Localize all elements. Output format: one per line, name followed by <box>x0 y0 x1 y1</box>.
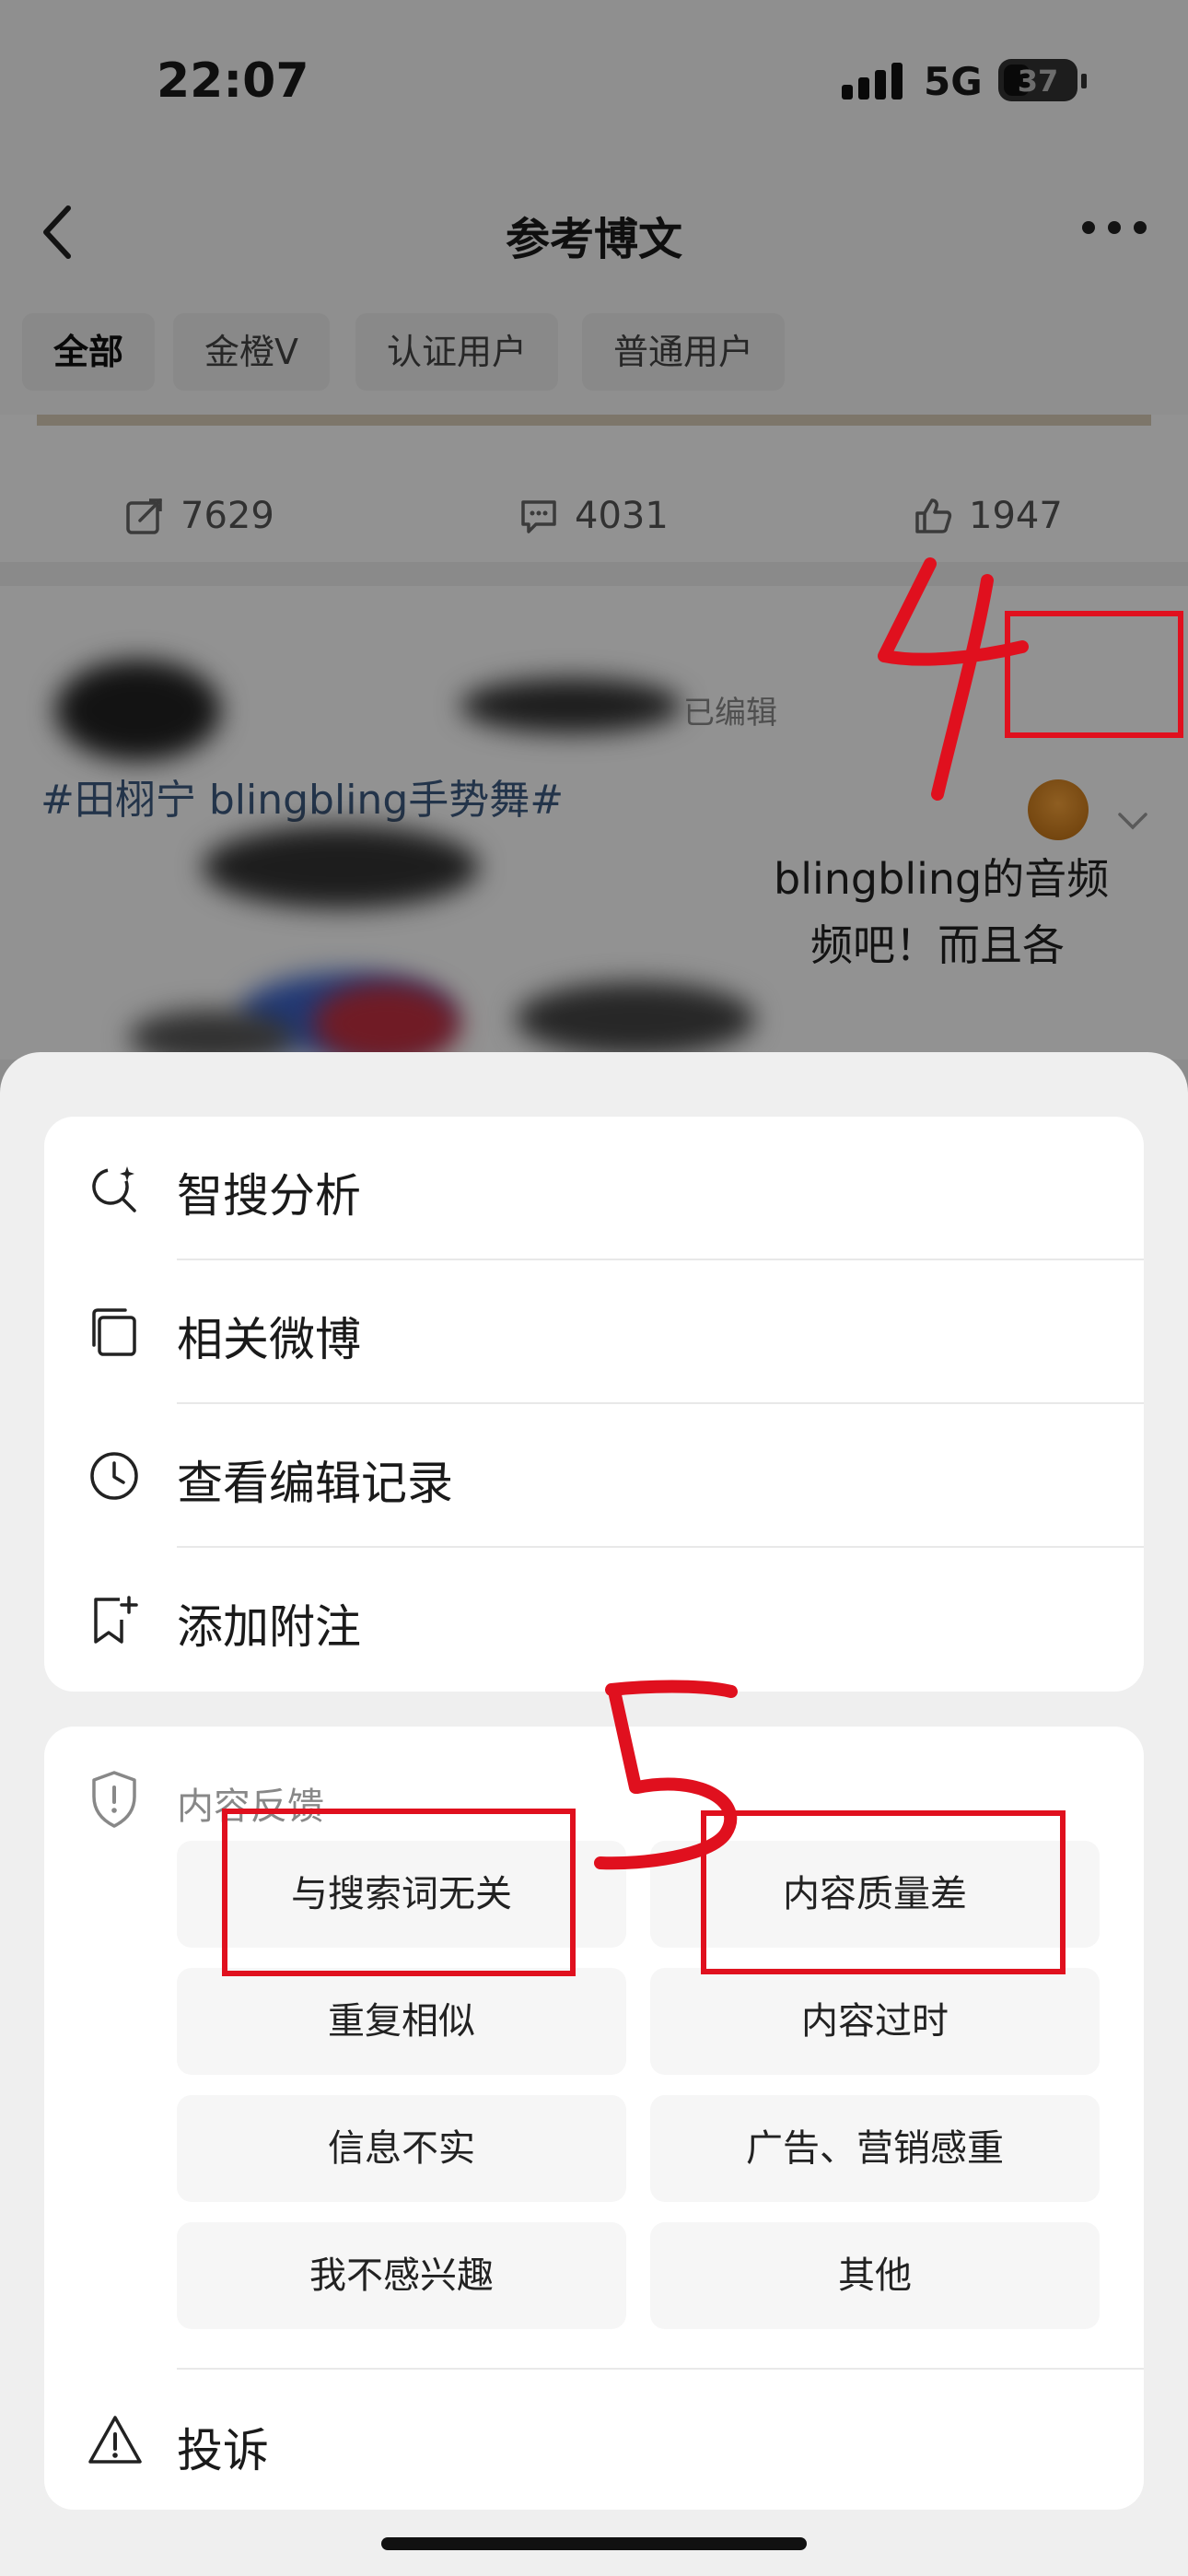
bottom-sheet: 智搜分析 相关微博 查看编辑记录 添加附注 内容反馈 与搜索词无关 内容质量差 … <box>0 1052 1188 2576</box>
clock-icon <box>90 1452 138 1500</box>
action-menu: 智搜分析 相关微博 查看编辑记录 添加附注 <box>44 1117 1144 1692</box>
menu-item-ai-search[interactable]: 智搜分析 <box>44 1117 1144 1260</box>
feedback-low-quality[interactable]: 内容质量差 <box>650 1841 1100 1948</box>
feedback-title: 内容反馈 <box>177 1786 324 1828</box>
feedback-irrelevant[interactable]: 与搜索词无关 <box>177 1841 626 1948</box>
feedback-duplicate[interactable]: 重复相似 <box>177 1968 626 2075</box>
feedback-not-interested[interactable]: 我不感兴趣 <box>177 2222 626 2329</box>
related-posts-icon <box>92 1308 136 1356</box>
report-label: 投诉 <box>177 2424 269 2477</box>
menu-label: 添加附注 <box>177 1600 361 1654</box>
divider <box>177 2368 1144 2370</box>
warning-icon <box>88 2416 142 2464</box>
feedback-false-info[interactable]: 信息不实 <box>177 2095 626 2202</box>
menu-label: 查看编辑记录 <box>177 1457 453 1510</box>
ai-search-icon <box>92 1166 136 1212</box>
home-indicator <box>381 2537 807 2550</box>
menu-item-edit-history[interactable]: 查看编辑记录 <box>44 1404 1144 1548</box>
menu-label: 相关微博 <box>177 1313 361 1366</box>
add-note-icon <box>94 1596 138 1644</box>
feedback-card: 内容反馈 与搜索词无关 内容质量差 重复相似 内容过时 信息不实 广告、营销感重… <box>44 1727 1144 2510</box>
feedback-ads[interactable]: 广告、营销感重 <box>650 2095 1100 2202</box>
feedback-outdated[interactable]: 内容过时 <box>650 1968 1100 2075</box>
report-button[interactable]: 投诉 <box>44 2371 1144 2510</box>
menu-item-related-posts[interactable]: 相关微博 <box>44 1260 1144 1404</box>
menu-item-add-note[interactable]: 添加附注 <box>44 1548 1144 1692</box>
shield-alert-icon <box>92 1771 136 1828</box>
feedback-other[interactable]: 其他 <box>650 2222 1100 2329</box>
menu-label: 智搜分析 <box>177 1169 361 1223</box>
